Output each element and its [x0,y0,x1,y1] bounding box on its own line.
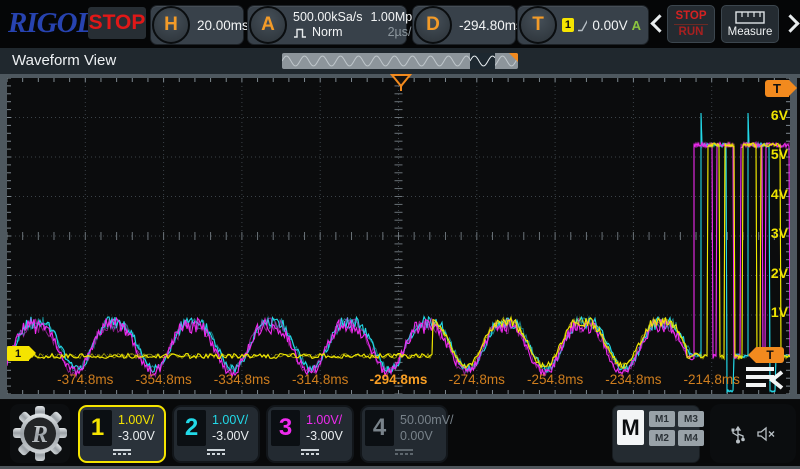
channel-2-number: 2 [177,410,206,446]
coupling-icon [113,449,131,455]
math-item-m2[interactable]: M2 [649,430,675,446]
volt-label: 6V [758,107,788,123]
math-item-m1[interactable]: M1 [649,411,675,427]
volt-label: 2V [758,265,788,281]
channel-3-button[interactable]: 3 1.00V/ -3.00V [266,405,354,463]
trigger-level-flag[interactable]: T [756,347,784,363]
measure-label: Measure [728,26,773,38]
stop-run-divider [674,24,708,25]
svg-text:R: R [31,422,48,448]
channel-1-offset: -3.00V [118,429,155,443]
horizontal-icon: H [152,6,190,44]
channel-4-scale: 50.00mV/ [400,413,454,427]
channel-2-button[interactable]: 2 1.00V/ -3.00V [172,405,260,463]
trigger-icon: T [519,6,557,44]
usb-icon [731,424,745,444]
math-item-m4[interactable]: M4 [678,430,704,446]
rigol-gear-logo[interactable]: R [10,404,70,463]
rigol-logo: RIGOL [8,7,93,40]
time-label: -234.8ms [605,372,661,387]
channel-4-number: 4 [365,410,394,446]
top-toolbar: RIGOL STOP H 20.00ms/ A 500.00kSa/s Norm… [0,0,800,48]
stop-label: STOP [675,10,706,23]
overview-corner-marker [509,53,518,62]
measure-button[interactable]: Measure [721,5,779,43]
coupling-icon [301,449,319,455]
trigger-position-marker[interactable] [390,74,412,92]
trigger-button[interactable]: T 1 0.00V A [517,5,649,45]
right-ruler [790,74,797,399]
menu-collapse-icon[interactable] [744,364,786,394]
trigger-source-chip: 1 [562,18,574,32]
channel-4-button[interactable]: 450.00mV/0.00V [360,405,448,463]
channel-2-offset: -3.00V [212,429,249,443]
coupling-icon [207,449,225,455]
horizontal-scale-button[interactable]: H 20.00ms/ [150,5,244,45]
time-label: -294.8ms [370,372,428,387]
channel1-position-flag[interactable]: 1 [7,346,29,361]
channel-3-number: 3 [271,410,300,446]
time-label: -314.8ms [292,372,348,387]
bottom-ruler [0,394,800,399]
time-label: -334.8ms [214,372,270,387]
time-label: -354.8ms [135,372,191,387]
waveform-plot [7,78,790,394]
rising-edge-icon [577,19,587,32]
trigger-offscreen-flag[interactable]: T [765,80,789,97]
math-item-m3[interactable]: M3 [678,411,704,427]
volt-label: 3V [758,225,788,241]
ruler-icon [735,11,765,24]
waveform-overview-bar[interactable] [282,53,518,69]
channel-3-scale: 1.00V/ [306,413,342,427]
volt-label: 4V [758,186,788,202]
channel-bar: R 1 1.00V/ -3.00V 2 1.00V/ -3.00V 3 1.00V/ -3.00… [0,400,800,469]
trigger-mode: Norm [312,25,343,40]
math-button[interactable]: M M1M3M2M4 [612,405,700,463]
view-title: Waveform View [12,52,116,69]
channel-1-button[interactable]: 1 1.00V/ -3.00V [78,405,166,463]
sound-muted-icon [757,426,776,442]
pulse-norm-icon [293,28,308,38]
channel-3-offset: -3.00V [306,429,343,443]
view-title-bar: Waveform View [0,48,800,75]
volt-label: 1V [758,304,788,320]
time-label: -254.8ms [527,372,583,387]
trigger-status: A [632,18,641,33]
left-ruler [0,74,7,399]
acquisition-status-badge: STOP [88,7,146,39]
trigger-level-value: 0.00V [587,18,631,33]
sample-rate: 500.00kSa/s [293,10,363,25]
overview-window-waveform-icon [470,53,495,69]
math-tile[interactable]: M [617,410,644,445]
acquisition-button[interactable]: A 500.00kSa/s Norm 1.00Mpts 2µs/pt [247,5,407,45]
waveform-display: T T 1 -374.8ms -354.8ms -334.8ms -314.8ms -2… [0,74,800,400]
time-label: -214.8ms [684,372,740,387]
delay-icon: D [414,6,452,44]
toolbar-next-icon[interactable] [781,14,799,32]
channel-1-number: 1 [83,410,112,446]
delay-button[interactable]: D -294.80ms [412,5,516,45]
oscilloscope-screen: RIGOL STOP H 20.00ms/ A 500.00kSa/s Norm… [0,0,800,469]
run-label: RUN [679,26,704,39]
time-label: -374.8ms [57,372,113,387]
channel-1-scale: 1.00V/ [118,413,154,427]
channel-4-offset: 0.00V [400,429,433,443]
stop-run-button[interactable]: STOP RUN [667,5,715,43]
time-label: -274.8ms [449,372,505,387]
toolbar-prev-icon[interactable] [650,14,668,32]
status-icon-panel [710,404,796,463]
volt-label: 5V [758,146,788,162]
gear-icon: R [13,406,67,461]
coupling-icon [395,449,413,455]
overview-window[interactable] [470,53,495,69]
channel-2-scale: 1.00V/ [212,413,248,427]
acquisition-icon: A [249,6,287,44]
